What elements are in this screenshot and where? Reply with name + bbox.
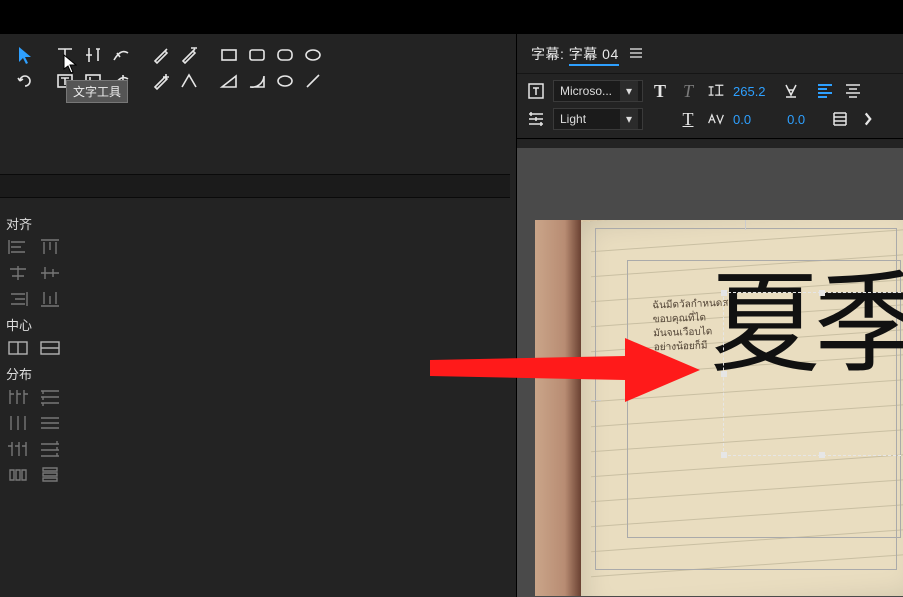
align-top-icon[interactable]	[38, 237, 62, 257]
kerning-icon	[705, 108, 727, 130]
window-chrome	[0, 0, 903, 34]
dist-h-center-icon[interactable]	[6, 413, 30, 433]
chevron-down-icon: ▾	[620, 109, 638, 129]
italic-toggle[interactable]: T	[677, 80, 699, 102]
align-right-icon[interactable]	[6, 289, 30, 309]
rounded-rectangle-tool-icon[interactable]	[246, 44, 268, 66]
align-panel: 对齐 中心 分布	[0, 202, 72, 597]
underline-toggle[interactable]: T	[677, 108, 699, 130]
panel-title-prefix: 字幕:	[531, 46, 564, 62]
panel-divider	[0, 174, 510, 198]
dist-h-left-icon[interactable]	[6, 387, 30, 407]
toolbar: 文字工具	[0, 34, 516, 100]
convert-anchor-tool-icon[interactable]	[178, 70, 200, 92]
kerning-value[interactable]: 0.0	[733, 112, 751, 127]
annotation-arrow-icon	[425, 330, 705, 413]
font-family-label: Microso...	[558, 84, 616, 98]
align-bottom-icon[interactable]	[38, 289, 62, 309]
align-center-text-icon[interactable]	[842, 80, 864, 102]
align-vcenter-icon[interactable]	[38, 263, 62, 283]
mouse-cursor-icon	[63, 54, 77, 74]
font-size-icon	[705, 80, 727, 102]
pen-add-tool-icon[interactable]	[150, 70, 172, 92]
wedge-tool-icon[interactable]	[218, 70, 240, 92]
selection-tool-icon[interactable]	[14, 44, 36, 66]
line-tool-icon[interactable]	[302, 70, 324, 92]
tooltip: 文字工具	[66, 80, 128, 103]
rotate-tool-icon[interactable]	[14, 70, 36, 92]
distribute-section-title: 分布	[6, 364, 66, 383]
font-size-value[interactable]: 265.2	[733, 84, 766, 99]
rectangle-tool-icon[interactable]	[218, 44, 240, 66]
tab-stops-icon[interactable]	[525, 108, 547, 130]
text-properties: Microso... ▾ T T 265.2 Lig	[517, 74, 903, 139]
clipped-rectangle-tool-icon[interactable]	[274, 44, 296, 66]
center-horizontal-icon[interactable]	[6, 338, 30, 358]
title-designer-panel: 字幕: 字幕 04 Microso... ▾ T T 265.2	[516, 34, 903, 597]
vertical-type-tool-icon[interactable]	[82, 44, 104, 66]
align-left-icon[interactable]	[6, 237, 30, 257]
panel-menu-icon[interactable]	[629, 46, 643, 62]
panel-title-name: 字幕 04	[569, 46, 619, 66]
align-section-title: 对齐	[6, 214, 66, 233]
dist-v-space-icon[interactable]	[38, 465, 62, 485]
dist-v-center-icon[interactable]	[38, 413, 62, 433]
dist-h-right-icon[interactable]	[6, 439, 30, 459]
align-left-text-icon[interactable]	[814, 80, 836, 102]
tools-panel: 文字工具 对齐 中心 分布	[0, 34, 516, 597]
circle-tool-icon[interactable]	[274, 70, 296, 92]
bold-toggle[interactable]: T	[649, 80, 671, 102]
align-hcenter-icon[interactable]	[6, 263, 30, 283]
dist-v-bottom-icon[interactable]	[38, 439, 62, 459]
dist-v-top-icon[interactable]	[38, 387, 62, 407]
pen-delete-tool-icon[interactable]	[178, 44, 200, 66]
arc-tool-icon[interactable]	[246, 70, 268, 92]
center-vertical-icon[interactable]	[38, 338, 62, 358]
more-options-icon[interactable]	[857, 108, 879, 130]
center-section-title: 中心	[6, 315, 66, 334]
ellipse-tool-icon[interactable]	[302, 44, 324, 66]
baseline-shift-icon[interactable]	[829, 108, 851, 130]
tracking-value[interactable]: 0.0	[787, 112, 805, 127]
dist-h-space-icon[interactable]	[6, 465, 30, 485]
panel-header: 字幕: 字幕 04	[517, 34, 903, 74]
font-family-dropdown[interactable]: Microso... ▾	[553, 80, 643, 102]
chevron-down-icon: ▾	[620, 81, 638, 101]
text-selection-box[interactable]	[723, 292, 903, 456]
path-type-tool-icon[interactable]	[110, 44, 132, 66]
font-weight-dropdown[interactable]: Light ▾	[553, 108, 643, 130]
panel-title: 字幕: 字幕 04	[531, 44, 619, 64]
title-templates-icon[interactable]	[525, 80, 547, 102]
pen-tool-icon[interactable]	[150, 44, 172, 66]
font-weight-label: Light	[558, 112, 616, 126]
leading-icon[interactable]	[780, 80, 802, 102]
